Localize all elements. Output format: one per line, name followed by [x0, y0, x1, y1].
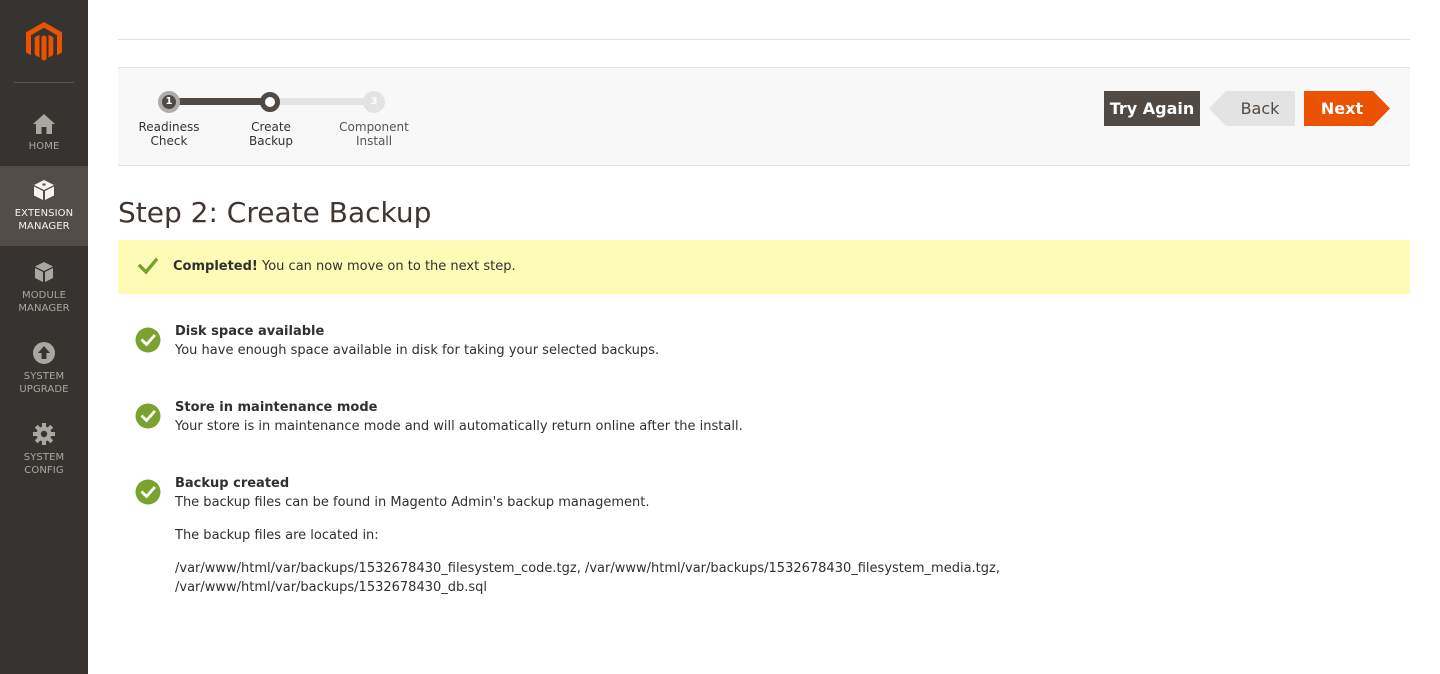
- success-circle-icon: [135, 403, 161, 429]
- step-3-marker: 3: [363, 91, 385, 113]
- header-divider: [118, 39, 1410, 40]
- sidebar-item-label: SYSTEM UPGRADE: [19, 371, 69, 395]
- sidebar-item-label: MODULE MANAGER: [18, 290, 70, 314]
- step-label-line: Backup: [249, 134, 293, 148]
- checkmark-icon: [138, 257, 158, 275]
- notice-strong: Completed!: [173, 259, 258, 274]
- check-description: The backup files can be found in Magento…: [175, 495, 650, 510]
- backup-paths-line: /var/www/html/var/backups/1532678430_db.…: [175, 580, 488, 595]
- sidebar-item-label: EXTENSION MANAGER: [14, 208, 74, 232]
- home-icon: [33, 114, 55, 134]
- back-button-label: Back: [1240, 99, 1280, 118]
- step-2-marker: [260, 92, 280, 112]
- setup-wizard-nav: 1 3 Readiness Check Create Backup Compon…: [118, 67, 1410, 166]
- check-description: You have enough space available in disk …: [175, 343, 660, 358]
- progress-track-remaining: [273, 98, 375, 105]
- next-button-label: Next: [1320, 99, 1364, 118]
- page-title: Step 2: Create Backup: [118, 196, 432, 229]
- admin-sidebar: HOME EXTENSION MANAGER MODULE MANAGER SY…: [0, 0, 88, 674]
- step-component-install: Component Install: [324, 120, 424, 148]
- step-create-backup: Create Backup: [221, 120, 321, 148]
- try-again-button[interactable]: Try Again: [1104, 91, 1200, 126]
- check-description: Your store is in maintenance mode and wi…: [175, 419, 743, 434]
- notice-body: You can now move on to the next step.: [257, 259, 516, 274]
- success-circle-icon: [135, 479, 161, 505]
- upload-icon: [33, 342, 55, 364]
- check-disk-space: Disk space available You have enough spa…: [135, 323, 1135, 363]
- sidebar-item-label: HOME: [28, 141, 60, 152]
- backup-location-intro: The backup files are located in:: [175, 528, 379, 543]
- check-title: Disk space available: [175, 324, 325, 339]
- step-readiness-check: Readiness Check: [119, 120, 219, 148]
- step-label-line: Component: [339, 120, 409, 134]
- back-button[interactable]: Back: [1209, 91, 1295, 126]
- success-circle-icon: [135, 327, 161, 353]
- step-1-marker: 1: [158, 91, 180, 113]
- gear-icon: [33, 423, 55, 445]
- next-button[interactable]: Next: [1304, 91, 1390, 126]
- step-label-line: Create: [251, 120, 291, 134]
- step-label-line: Check: [150, 134, 188, 148]
- step-label-line: Install: [355, 134, 393, 148]
- check-maintenance-mode: Store in maintenance mode Your store is …: [135, 399, 1135, 439]
- check-title: Backup created: [175, 476, 290, 491]
- sidebar-item-extension-manager[interactable]: EXTENSION MANAGER: [0, 166, 88, 246]
- notice-message: Completed! You can now move on to the ne…: [173, 258, 516, 276]
- progress-track-completed: [169, 98, 273, 105]
- magento-logo-icon[interactable]: [26, 22, 62, 62]
- sidebar-item-label: SYSTEM CONFIG: [23, 452, 65, 476]
- box-icon: [35, 262, 53, 282]
- sidebar-item-system-config[interactable]: SYSTEM CONFIG: [0, 408, 88, 488]
- sidebar-item-module-manager[interactable]: MODULE MANAGER: [0, 246, 88, 326]
- cube-icon: [34, 180, 54, 200]
- sidebar-item-system-upgrade[interactable]: SYSTEM UPGRADE: [0, 327, 88, 407]
- success-notice: Completed! You can now move on to the ne…: [118, 240, 1410, 294]
- check-title: Store in maintenance mode: [175, 400, 378, 415]
- backup-paths-line: /var/www/html/var/backups/1532678430_fil…: [175, 561, 1000, 576]
- logo-divider: [14, 82, 74, 83]
- step-label-line: Readiness: [138, 120, 200, 134]
- check-backup-created: Backup created The backup files can be f…: [135, 475, 1135, 605]
